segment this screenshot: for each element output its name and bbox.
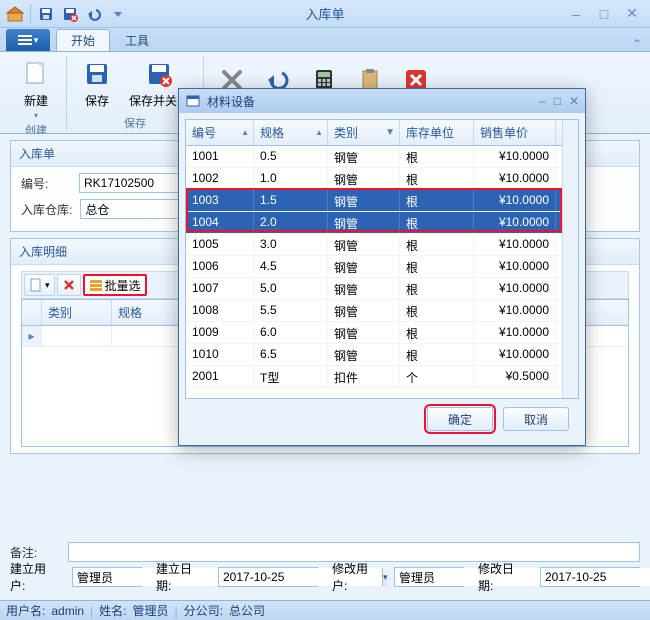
table-row[interactable]: 10021.0钢管根¥10.0000 <box>186 168 562 190</box>
detail-delete-button[interactable] <box>57 274 81 296</box>
sort-asc-icon: ▲ <box>315 128 323 137</box>
status-branch-label: 分公司: <box>184 602 223 619</box>
chevron-down-icon[interactable]: ▾ <box>382 568 388 586</box>
created-by-combo[interactable]: ▾ <box>72 567 142 587</box>
group-label-save: 保存 <box>124 115 146 131</box>
table-row[interactable]: 10075.0钢管根¥10.0000 <box>186 278 562 300</box>
dialog-footer: 确定 取消 <box>185 399 579 439</box>
note-input[interactable] <box>68 542 640 562</box>
modified-by-combo[interactable]: ▾ <box>394 567 464 587</box>
created-at-label: 建立日期: <box>156 560 204 594</box>
minimize-button[interactable]: – <box>566 5 586 23</box>
col-spec[interactable]: 规格▲ <box>254 120 328 145</box>
dialog-maximize-icon[interactable]: □ <box>554 94 561 108</box>
ribbon-group-create: 新建 ▾ 创建 <box>6 56 67 131</box>
dialog-title: 材料设备 <box>207 93 255 110</box>
ribbon-collapse-icon[interactable]: ⌃ <box>624 37 650 51</box>
ribbon-tabs: ▾ 开始 工具 ⌃ <box>0 28 650 52</box>
dialog-minimize-icon[interactable]: – <box>539 94 546 108</box>
status-user: admin <box>51 604 84 618</box>
material-grid-body: 10010.5钢管根¥10.000010021.0钢管根¥10.00001003… <box>186 146 562 398</box>
titlebar: 入库单 – □ ✕ <box>0 0 650 28</box>
note-label: 备注: <box>10 544 60 561</box>
window-controls: – □ ✕ <box>566 5 650 23</box>
created-at-combo[interactable]: ▾ <box>218 567 318 587</box>
save-button[interactable]: 保存 <box>75 56 119 111</box>
modified-by-label: 修改用户: <box>332 560 380 594</box>
status-bar: 用户名: admin | 姓名: 管理员 | 分公司: 总公司 <box>0 600 650 620</box>
status-name: 管理员 <box>133 602 169 619</box>
save-icon <box>81 58 113 90</box>
new-icon <box>20 58 52 90</box>
detail-batch-select-button[interactable]: 批量选 <box>83 274 147 296</box>
ok-button[interactable]: 确定 <box>427 407 493 431</box>
qat-undo-icon[interactable] <box>83 3 105 25</box>
table-row[interactable]: 10042.0钢管根¥10.0000 <box>186 212 562 234</box>
col-id[interactable]: 编号▲ <box>186 120 254 145</box>
filter-icon[interactable]: ▼ <box>385 127 395 138</box>
created-by-label: 建立用户: <box>10 560 58 594</box>
dialog-body: 编号▲ 规格▲ 类别▼ 库存单位 销售单价 10010.5钢管根¥10.0000… <box>179 113 585 445</box>
col-spec[interactable]: 规格 <box>112 300 182 325</box>
qat-save-close-icon[interactable] <box>59 3 81 25</box>
warehouse-label: 入库仓库: <box>21 201 72 218</box>
vertical-scrollbar[interactable] <box>562 120 578 398</box>
table-row[interactable]: 10031.5钢管根¥10.0000 <box>186 190 562 212</box>
ribbon-file-menu[interactable]: ▾ <box>6 29 50 51</box>
status-user-label: 用户名: <box>6 602 45 619</box>
col-category[interactable]: 类别▼ <box>328 120 400 145</box>
status-name-label: 姓名: <box>99 602 126 619</box>
row-indicator-head <box>22 300 42 325</box>
audit-row: 建立用户: ▾ 建立日期: ▾ 修改用户: ▾ 修改日期: ▾ <box>10 560 640 594</box>
material-grid-header: 编号▲ 规格▲ 类别▼ 库存单位 销售单价 <box>186 120 562 146</box>
dialog-close-icon[interactable]: ✕ <box>569 94 579 108</box>
material-dialog: 材料设备 – □ ✕ 编号▲ 规格▲ 类别▼ 库存单位 销售单价 10010.5… <box>178 88 586 446</box>
table-row[interactable]: 10064.5钢管根¥10.0000 <box>186 256 562 278</box>
quick-access-toolbar <box>0 3 133 25</box>
table-row[interactable]: 10010.5钢管根¥10.0000 <box>186 146 562 168</box>
new-label: 新建 <box>24 92 48 109</box>
app-icon[interactable] <box>4 3 26 25</box>
table-row[interactable]: 2001T型扣件个¥0.5000 <box>186 366 562 388</box>
close-button[interactable]: ✕ <box>622 5 642 23</box>
table-row[interactable]: 10053.0钢管根¥10.0000 <box>186 234 562 256</box>
dialog-titlebar[interactable]: 材料设备 – □ ✕ <box>179 89 585 113</box>
modified-at-combo[interactable]: ▾ <box>540 567 640 587</box>
row-indicator-icon: ▸ <box>22 326 42 346</box>
cancel-button[interactable]: 取消 <box>503 407 569 431</box>
col-category[interactable]: 类别 <box>42 300 112 325</box>
qat-save-icon[interactable] <box>35 3 57 25</box>
save-close-icon <box>143 58 175 90</box>
table-row[interactable]: 10106.5钢管根¥10.0000 <box>186 344 562 366</box>
window-title: 入库单 <box>305 4 344 23</box>
warehouse-combo[interactable]: ▾ <box>80 199 190 219</box>
new-button[interactable]: 新建 ▾ <box>14 56 58 122</box>
maximize-button[interactable]: □ <box>594 5 614 23</box>
qat-dropdown-icon[interactable] <box>107 3 129 25</box>
sort-asc-icon: ▲ <box>241 128 249 137</box>
dialog-icon <box>185 93 201 109</box>
detail-new-button[interactable]: ▾ <box>24 274 55 296</box>
col-price[interactable]: 销售单价 <box>474 120 556 145</box>
status-branch: 总公司 <box>229 602 265 619</box>
col-unit[interactable]: 库存单位 <box>400 120 474 145</box>
modified-at-label: 修改日期: <box>478 560 526 594</box>
material-grid[interactable]: 编号▲ 规格▲ 类别▼ 库存单位 销售单价 10010.5钢管根¥10.0000… <box>185 119 579 399</box>
tab-tools[interactable]: 工具 <box>110 29 164 51</box>
table-row[interactable]: 10096.0钢管根¥10.0000 <box>186 322 562 344</box>
code-label: 编号: <box>21 175 71 192</box>
code-input[interactable] <box>79 173 189 193</box>
table-row[interactable]: 10085.5钢管根¥10.0000 <box>186 300 562 322</box>
save-label: 保存 <box>85 92 109 109</box>
batch-select-label: 批量选 <box>105 277 141 294</box>
tab-start[interactable]: 开始 <box>56 29 110 51</box>
